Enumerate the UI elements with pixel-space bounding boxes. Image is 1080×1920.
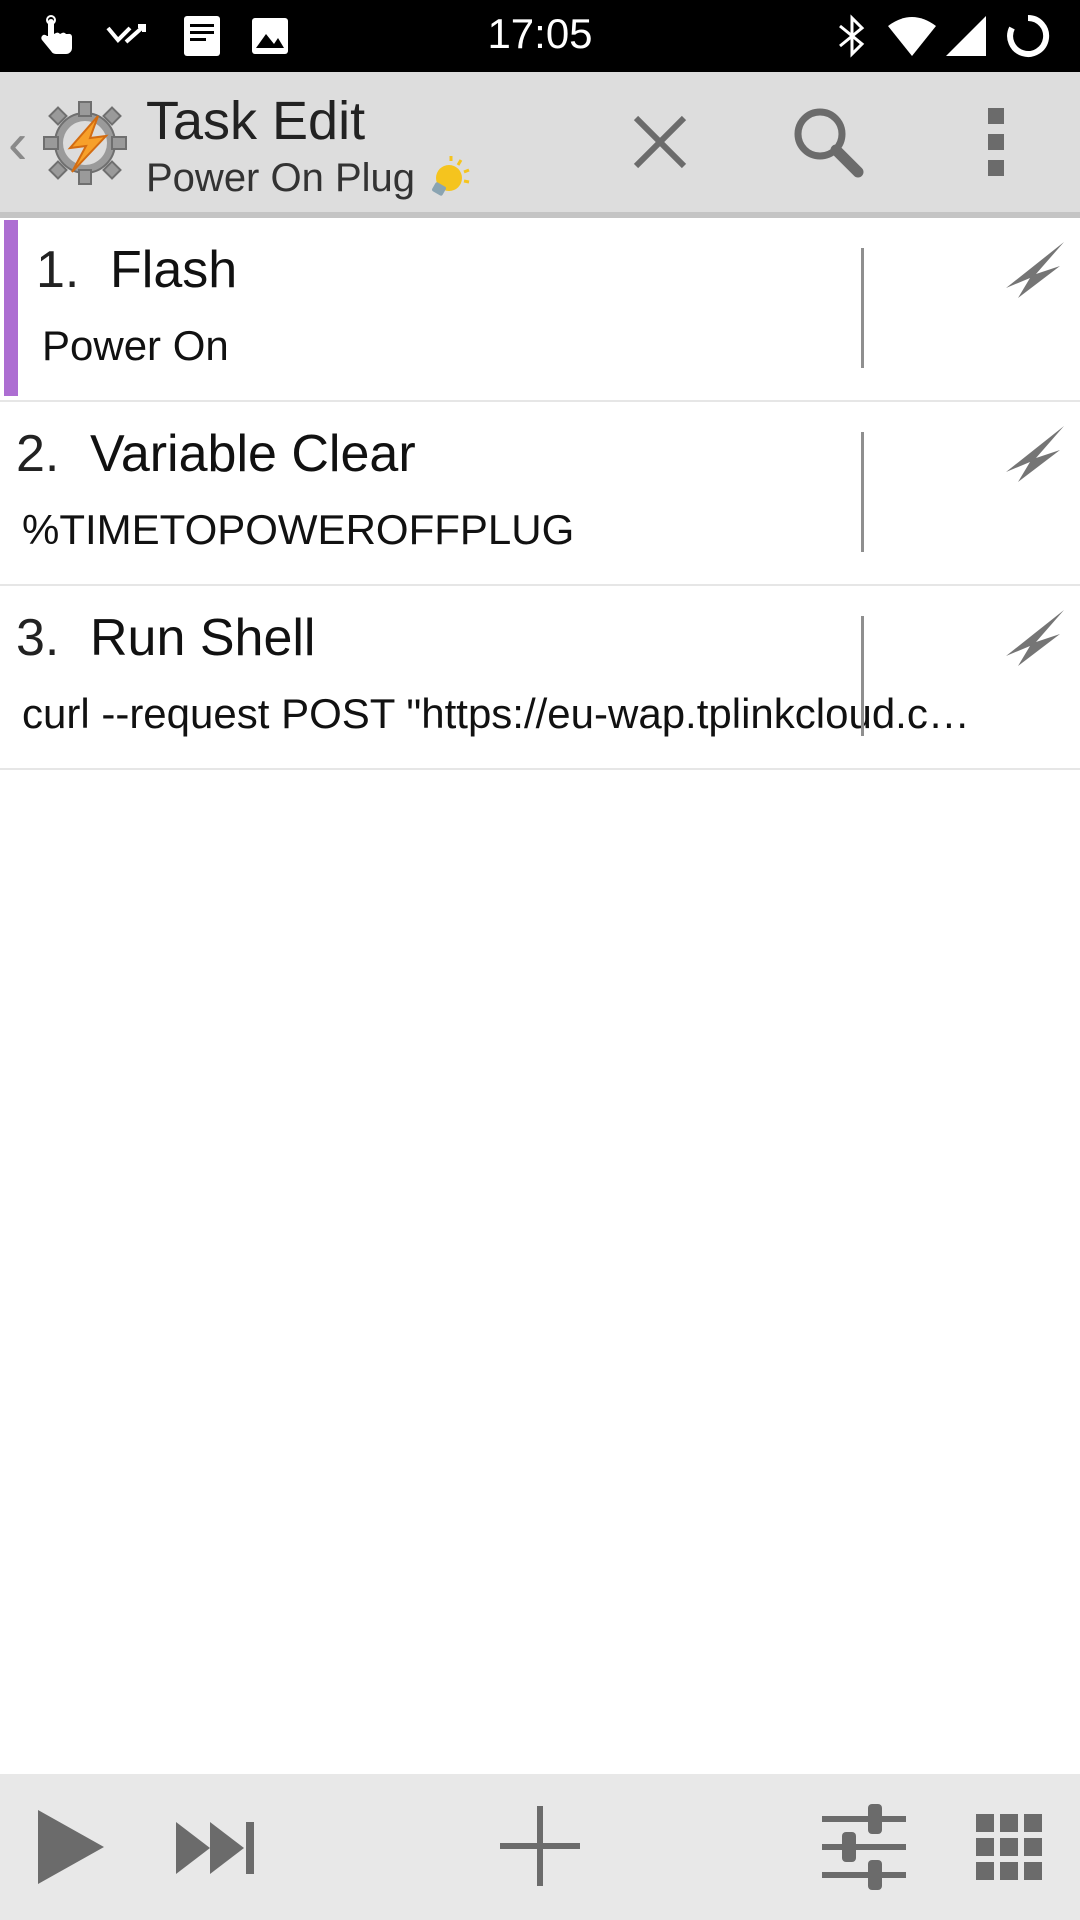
status-bar: 17:05 [0,0,1080,72]
row-divider [861,248,864,368]
action-row[interactable]: 2. Variable Clear %TIMETOPOWEROFFPLUG [0,402,1080,586]
task-name: Power On Plug [146,154,473,202]
action-number: 1. [36,241,80,299]
grid-icon[interactable] [976,1814,1042,1880]
action-row[interactable]: 3. Run Shell curl --request POST "https:… [0,586,1080,770]
tasker-app-icon[interactable] [40,98,130,188]
play-icon[interactable] [30,1804,110,1890]
lightning-bolt-icon[interactable] [1000,240,1066,300]
lightning-bolt-icon[interactable] [1000,424,1066,484]
add-icon[interactable] [498,1804,582,1888]
sync-icon [1007,14,1050,57]
action-number: 3. [16,609,60,667]
wifi-icon [888,17,936,56]
row-divider [861,432,864,552]
action-list: 1. Flash Power On 2. Variable Clear %TIM… [0,218,1080,770]
light-bulb-icon [432,156,470,196]
back-chevron-icon[interactable]: ‹ [8,110,27,177]
bottom-toolbar [0,1774,1080,1920]
lightning-bolt-icon[interactable] [1000,608,1066,668]
overflow-menu-icon[interactable] [956,102,1036,182]
task-name-label: Power On Plug [146,155,416,200]
action-name: Run Shell [90,609,316,667]
row-divider [861,616,864,736]
action-number: 2. [16,425,60,483]
settings-sliders-icon[interactable] [820,1802,908,1890]
cell-signal-icon [946,16,986,56]
search-icon[interactable] [788,102,868,182]
action-row[interactable]: 1. Flash Power On [0,218,1080,402]
action-detail: Power On [42,322,229,369]
action-name: Flash [110,241,238,299]
action-bar: ‹ Task Edit Power On Plug [0,72,1080,218]
bluetooth-icon [839,14,865,58]
page-title: Task Edit [146,91,366,151]
action-detail: curl --request POST "https://eu-wap.tpli… [22,690,986,737]
action-detail: %TIMETOPOWEROFFPLUG [22,506,575,553]
skip-forward-icon[interactable] [174,1818,258,1878]
action-name: Variable Clear [90,425,416,483]
close-icon[interactable] [620,102,700,182]
